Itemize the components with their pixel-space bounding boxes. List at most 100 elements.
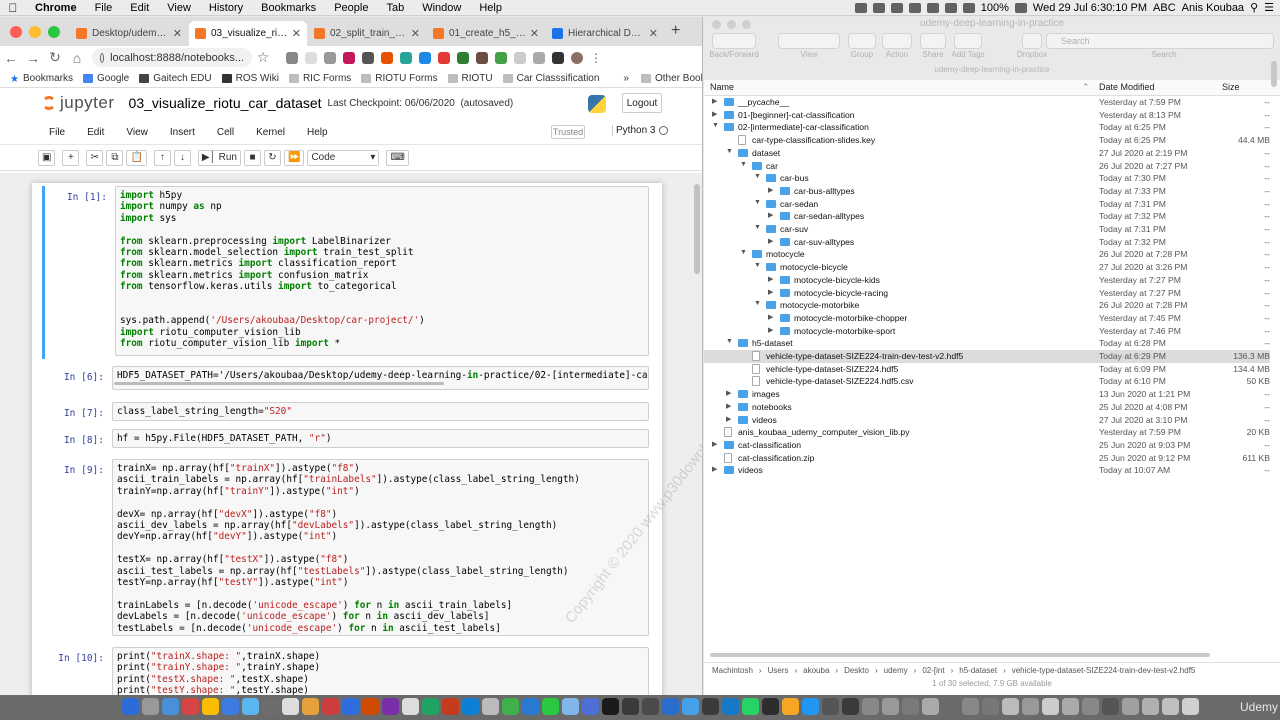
more-menu-icon[interactable]: ⋮	[590, 51, 602, 65]
dropbox-button[interactable]	[1022, 33, 1042, 49]
dock-app-icon[interactable]	[542, 698, 559, 715]
fast-forward-icon[interactable]: ⏩	[283, 149, 305, 166]
scrollbar-thumb[interactable]	[1271, 61, 1277, 87]
dock-app-icon[interactable]	[802, 698, 819, 715]
disclosure-closed-icon[interactable]: ▶	[768, 288, 773, 296]
dock-app-icon[interactable]	[862, 698, 879, 715]
vertical-scrollbar[interactable]	[1270, 61, 1279, 661]
dock-app-icon[interactable]	[922, 698, 939, 715]
disclosure-closed-icon[interactable]: ▶	[768, 186, 773, 194]
bookmark-riotu[interactable]: RIOTU	[447, 73, 493, 84]
dock-app-icon[interactable]	[562, 698, 579, 715]
dock-app-icon[interactable]	[702, 698, 719, 715]
dock-app-icon[interactable]	[1002, 698, 1019, 715]
bookmark-riotu-forms[interactable]: RIOTU Forms	[361, 73, 438, 84]
avatar[interactable]	[571, 51, 583, 64]
close-tab-icon[interactable]: ✕	[649, 27, 658, 40]
code-editor[interactable]: trainX= np.array(hf["trainX"]).astype("f…	[112, 459, 649, 636]
cell-type-select[interactable]: Code ▾	[307, 149, 380, 166]
dock-app-icon[interactable]	[522, 698, 539, 715]
bookmark-star-icon[interactable]: ☆	[252, 49, 274, 66]
file-row[interactable]: anis_koubaa_udemy_computer_vision_lib.py…	[704, 426, 1270, 439]
extension-icon[interactable]	[400, 51, 412, 64]
extension-icon[interactable]	[362, 51, 374, 64]
close-tab-icon[interactable]: ✕	[292, 27, 301, 40]
disclosure-closed-icon[interactable]: ▶	[726, 402, 731, 410]
menu-chrome[interactable]: Chrome	[26, 2, 86, 14]
close-tab-icon[interactable]: ✕	[173, 27, 182, 40]
tab-create-h5[interactable]: 01_create_h5_datas✕	[427, 21, 545, 46]
folder-row[interactable]: ▶ cat-classification 25 Jun 2020 at 9:03 P…	[704, 439, 1270, 452]
forward-arrow-icon[interactable]: →	[22, 50, 44, 66]
tab-visualize[interactable]: 03_visualize_riotu_c✕	[189, 21, 307, 46]
menu-window[interactable]: Window	[413, 2, 470, 14]
code-cell[interactable]: In [6]: HDF5_DATASET_PATH='/Users/akouba…	[42, 366, 649, 392]
dock-app-icon[interactable]	[482, 698, 499, 715]
save-icon[interactable]: ▣	[38, 149, 56, 166]
disclosure-open-icon[interactable]: ▼	[754, 173, 761, 180]
spotlight-icon[interactable]: ⚲	[1250, 1, 1258, 14]
extension-icon[interactable]	[514, 51, 526, 64]
info-icon[interactable]	[100, 52, 105, 63]
disclosure-closed-icon[interactable]: ▶	[726, 389, 731, 397]
dock-app-icon[interactable]	[262, 698, 279, 715]
folder-row[interactable]: ▼ motocycle 26 Jul 2020 at 7:28 PM --	[704, 248, 1270, 261]
folder-row[interactable]: ▶ car-suv-alltypes Today at 7:32 PM --	[704, 236, 1270, 249]
column-name[interactable]: Name	[710, 82, 734, 92]
home-icon[interactable]: ⌂	[66, 50, 88, 66]
wifi-icon[interactable]	[962, 2, 975, 13]
extension-icon[interactable]	[495, 51, 507, 64]
code-editor[interactable]: hf = h5py.File(HDF5_DATASET_PATH, "r")	[112, 429, 649, 448]
dock-app-icon[interactable]	[842, 698, 859, 715]
user-name[interactable]: Anis Koubaa	[1182, 2, 1244, 14]
folder-row[interactable]: ▼ car-bus Today at 7:30 PM --	[704, 172, 1270, 185]
dock-app-icon[interactable]	[942, 698, 959, 715]
folder-row[interactable]: ▶ motocycle-bicycle-racing Yesterday at 7:…	[704, 287, 1270, 300]
folder-row[interactable]: ▼ motocycle-bicycle 27 Jul 2020 at 3:26 PM…	[704, 261, 1270, 274]
close-window-button[interactable]	[10, 26, 22, 38]
zoom-window-button[interactable]	[48, 26, 60, 38]
folder-row[interactable]: ▶ 01-[beginner]-cat-classification Yesterd…	[704, 109, 1270, 122]
add-tags-button[interactable]	[954, 33, 982, 49]
folder-row[interactable]: ▶ car-sedan-alltypes Today at 7:32 PM --	[704, 210, 1270, 223]
disclosure-open-icon[interactable]: ▼	[754, 199, 761, 206]
folder-row[interactable]: ▶ __pycache__ Yesterday at 7:59 PM --	[704, 96, 1270, 109]
dock-app-icon[interactable]	[982, 698, 999, 715]
move-up-icon[interactable]: ↑	[153, 149, 171, 166]
tray-app-icon[interactable]	[872, 2, 885, 13]
breadcrumb-item[interactable]: Machintosh	[712, 666, 753, 675]
puzzle-icon[interactable]	[552, 51, 564, 64]
folder-row[interactable]: ▶ motocycle-bicycle-kids Yesterday at 7:27…	[704, 274, 1270, 287]
menu-people[interactable]: People	[325, 2, 377, 14]
dock-app-icon[interactable]	[1062, 698, 1079, 715]
code-editor[interactable]: HDF5_DATASET_PATH='/Users/akoubaa/Deskto…	[112, 366, 649, 390]
column-date[interactable]: Date Modified	[1099, 82, 1155, 92]
extension-icon[interactable]	[324, 51, 336, 64]
file-row[interactable]: car-type-classification-slides.key Today …	[704, 134, 1270, 147]
close-tab-icon[interactable]: ✕	[530, 27, 539, 40]
breadcrumb-item[interactable]: Deskto	[844, 666, 869, 675]
battery-icon[interactable]	[1014, 2, 1027, 13]
dock-app-icon[interactable]	[1122, 698, 1139, 715]
file-row[interactable]: vehicle-type-dataset-SIZE224.hdf5.csv Tod…	[704, 375, 1270, 388]
file-row[interactable]: vehicle-type-dataset-SIZE224.hdf5 Today a…	[704, 363, 1270, 376]
jmenu-kernel[interactable]: Kernel	[245, 127, 296, 138]
vertical-scrollbar[interactable]	[693, 180, 701, 695]
dock-app-icon[interactable]	[582, 698, 599, 715]
bookmark-other[interactable]: Other Bookmarks	[640, 73, 702, 84]
dock-app-icon[interactable]	[282, 698, 299, 715]
tray-app-icon[interactable]	[890, 2, 903, 13]
folder-row[interactable]: ▼ car 26 Jul 2020 at 7:27 PM --	[704, 160, 1270, 173]
dock-app-icon[interactable]	[1182, 698, 1199, 715]
disclosure-closed-icon[interactable]: ▶	[768, 326, 773, 334]
disclosure-closed-icon[interactable]: ▶	[712, 440, 717, 448]
new-tab-button[interactable]: +	[665, 22, 688, 46]
dock-app-icon[interactable]	[662, 698, 679, 715]
disclosure-closed-icon[interactable]: ▶	[712, 97, 717, 105]
folder-row[interactable]: ▶ motocycle-motorbike-chopper Yesterday at…	[704, 312, 1270, 325]
dock-app-icon[interactable]	[642, 698, 659, 715]
dock-app-icon[interactable]	[822, 698, 839, 715]
folder-row[interactable]: ▶ videos Today at 10:07 AM --	[704, 464, 1270, 477]
bookmark-google[interactable]: Google	[82, 73, 129, 84]
dock-app-icon[interactable]	[342, 698, 359, 715]
